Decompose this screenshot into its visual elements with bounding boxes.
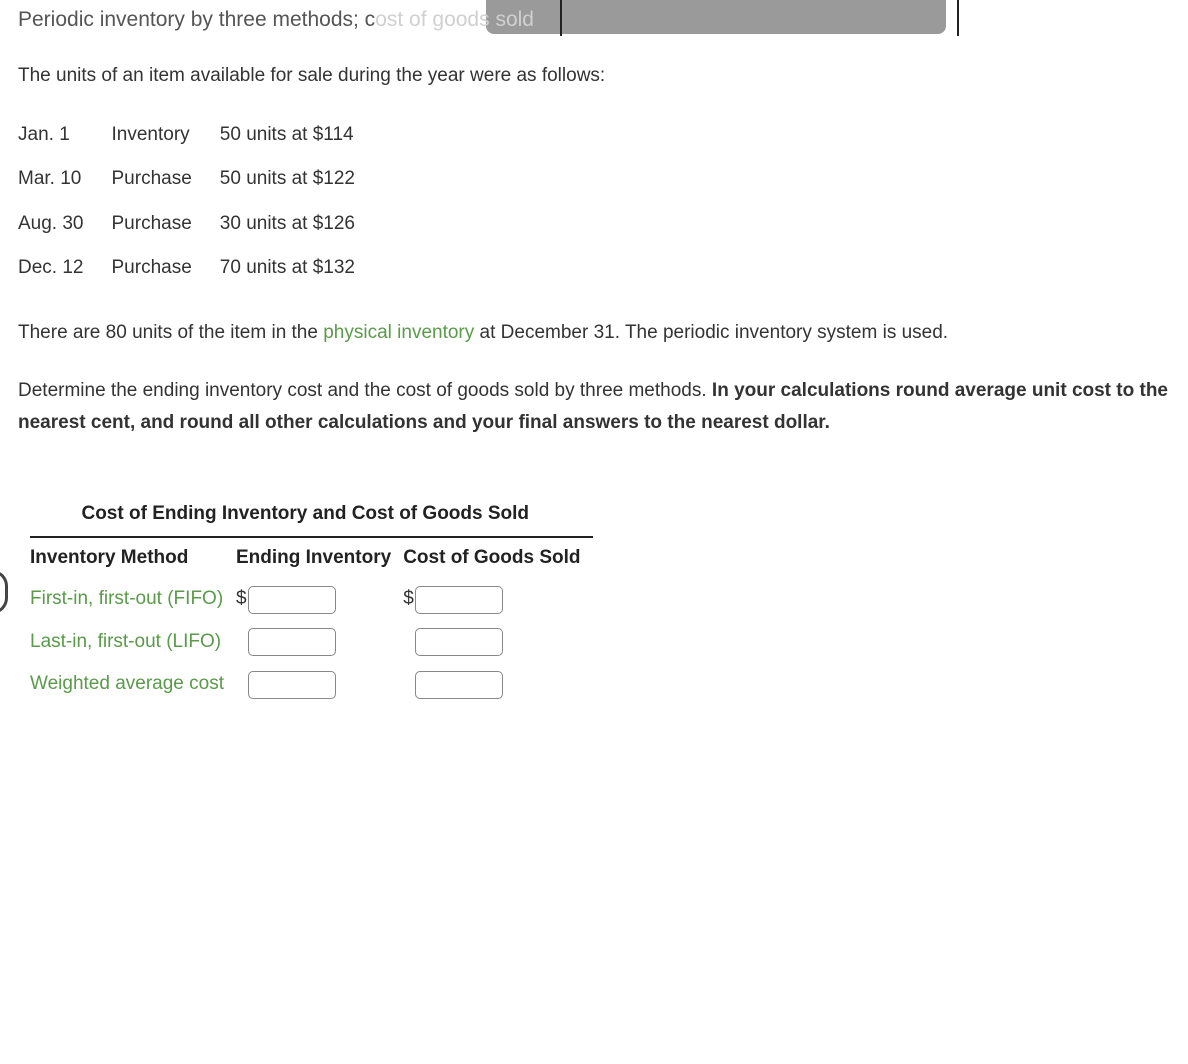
- cogs-cell: $: [403, 663, 592, 706]
- inventory-type: Purchase: [112, 157, 220, 202]
- title-segment-plain: Periodic inventory by three methods; c: [18, 8, 375, 31]
- intro-text: The units of an item available for sale …: [18, 62, 1170, 91]
- text-cursor-icon: [957, 0, 959, 36]
- ending-inventory-cell: $: [236, 578, 403, 621]
- column-header-method: Inventory Method: [30, 538, 236, 579]
- para1-post: at December 31. The periodic inventory s…: [474, 322, 948, 343]
- cogs-cell: $: [403, 621, 592, 664]
- dollar-sign: $: [403, 585, 414, 614]
- inventory-description: 50 units at $114: [220, 113, 383, 158]
- physical-inventory-term-link[interactable]: physical inventory: [323, 322, 474, 343]
- table-row: Last-in, first-out (LIFO)$$: [30, 621, 593, 664]
- inventory-description: 70 units at $132: [220, 246, 383, 291]
- paragraph-physical-inventory: There are 80 units of the item in the ph…: [18, 317, 1170, 349]
- inventory-type: Inventory: [112, 113, 220, 158]
- title-segment-overlay: ost of: [375, 8, 426, 31]
- cogs-input[interactable]: [415, 671, 503, 699]
- inventory-description: 50 units at $122: [220, 157, 383, 202]
- ending-inventory-input[interactable]: [248, 671, 336, 699]
- inventory-date: Mar. 10: [18, 157, 112, 202]
- inventory-description: 30 units at $126: [220, 202, 383, 247]
- dollar-sign: $: [236, 585, 247, 614]
- cogs-cell: $: [403, 578, 592, 621]
- table-row: Jan. 1Inventory50 units at $114: [18, 113, 383, 158]
- inventory-method-label[interactable]: First-in, first-out (FIFO): [30, 578, 236, 621]
- inventory-method-label[interactable]: Last-in, first-out (LIFO): [30, 621, 236, 664]
- paragraph-instructions: Determine the ending inventory cost and …: [18, 375, 1170, 440]
- answer-table-heading: Cost of Ending Inventory and Cost of Goo…: [30, 493, 593, 537]
- inventory-method-label[interactable]: Weighted average cost: [30, 663, 236, 706]
- title-segment-overlay: goods sold: [427, 8, 534, 31]
- ending-inventory-input[interactable]: [248, 586, 336, 614]
- table-row: Dec. 12Purchase70 units at $132: [18, 246, 383, 291]
- para2-pre: Determine the ending inventory cost and …: [18, 380, 712, 401]
- inventory-type: Purchase: [112, 246, 220, 291]
- inventory-available-table: Jan. 1Inventory50 units at $114Mar. 10Pu…: [18, 113, 383, 291]
- cogs-input[interactable]: [415, 628, 503, 656]
- cogs-input[interactable]: [415, 586, 503, 614]
- inventory-type: Purchase: [112, 202, 220, 247]
- answer-table: Cost of Ending Inventory and Cost of Goo…: [30, 493, 593, 706]
- table-row: Weighted average cost$$: [30, 663, 593, 706]
- text-cursor-icon: [560, 0, 562, 36]
- title-bar: Periodic inventory by three methods; cos…: [18, 0, 1170, 34]
- page-title: Periodic inventory by three methods; cos…: [18, 0, 1170, 36]
- side-tab-handle-icon[interactable]: [0, 570, 8, 614]
- ending-inventory-cell: $: [236, 621, 403, 664]
- table-row: First-in, first-out (FIFO)$$: [30, 578, 593, 621]
- table-row: Aug. 30Purchase30 units at $126: [18, 202, 383, 247]
- para1-pre: There are 80 units of the item in the: [18, 322, 323, 343]
- column-header-ending-inventory: Ending Inventory: [236, 538, 403, 579]
- ending-inventory-cell: $: [236, 663, 403, 706]
- column-header-cogs: Cost of Goods Sold: [403, 538, 592, 579]
- inventory-date: Dec. 12: [18, 246, 112, 291]
- ending-inventory-input[interactable]: [248, 628, 336, 656]
- table-row: Mar. 10Purchase50 units at $122: [18, 157, 383, 202]
- inventory-date: Jan. 1: [18, 113, 112, 158]
- inventory-date: Aug. 30: [18, 202, 112, 247]
